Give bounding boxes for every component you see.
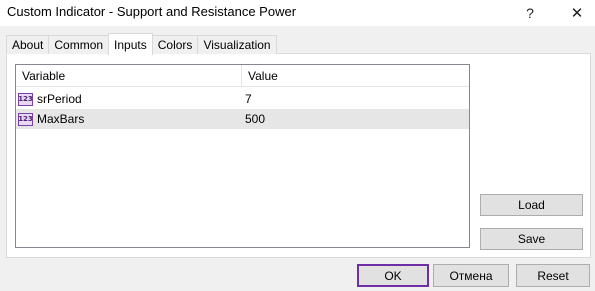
value-cell[interactable]: 7 (244, 89, 469, 109)
variable-name: MaxBars (37, 112, 85, 126)
integer-icon: 123 (18, 92, 33, 106)
variable-cell: 123 MaxBars (16, 109, 242, 129)
close-icon: ✕ (570, 5, 584, 22)
tab-inputs[interactable]: Inputs (108, 33, 153, 55)
column-header-value[interactable]: Value (242, 65, 469, 87)
close-button[interactable]: ✕ (560, 0, 594, 26)
grid-header: Variable Value (16, 65, 469, 87)
tab-common[interactable]: Common (48, 35, 110, 54)
load-button[interactable]: Load (480, 194, 583, 216)
table-row[interactable]: 123 srPeriod 7 (16, 89, 469, 109)
variable-cell: 123 srPeriod (16, 89, 242, 109)
tab-visualization[interactable]: Visualization (197, 35, 277, 54)
integer-icon: 123 (18, 112, 33, 126)
variable-name: srPeriod (37, 92, 82, 106)
window-title: Custom Indicator - Support and Resistanc… (7, 4, 297, 19)
value-cell[interactable]: 500 (244, 109, 469, 129)
column-header-variable[interactable]: Variable (16, 65, 242, 87)
tab-about[interactable]: About (6, 35, 50, 54)
cancel-button[interactable]: Отмена (433, 264, 509, 287)
ok-button[interactable]: OK (357, 264, 429, 287)
table-row[interactable]: 123 MaxBars 500 (16, 109, 469, 129)
save-button[interactable]: Save (480, 228, 583, 250)
title-bar: Custom Indicator - Support and Resistanc… (0, 0, 595, 26)
inputs-grid: Variable Value 123 srPeriod 7 123 MaxBar… (15, 64, 470, 248)
reset-button[interactable]: Reset (516, 264, 590, 287)
tab-colors[interactable]: Colors (151, 35, 199, 54)
help-icon: ? (526, 5, 534, 21)
help-button[interactable]: ? (513, 0, 547, 26)
tab-strip: About Common Inputs Colors Visualization (6, 33, 277, 55)
